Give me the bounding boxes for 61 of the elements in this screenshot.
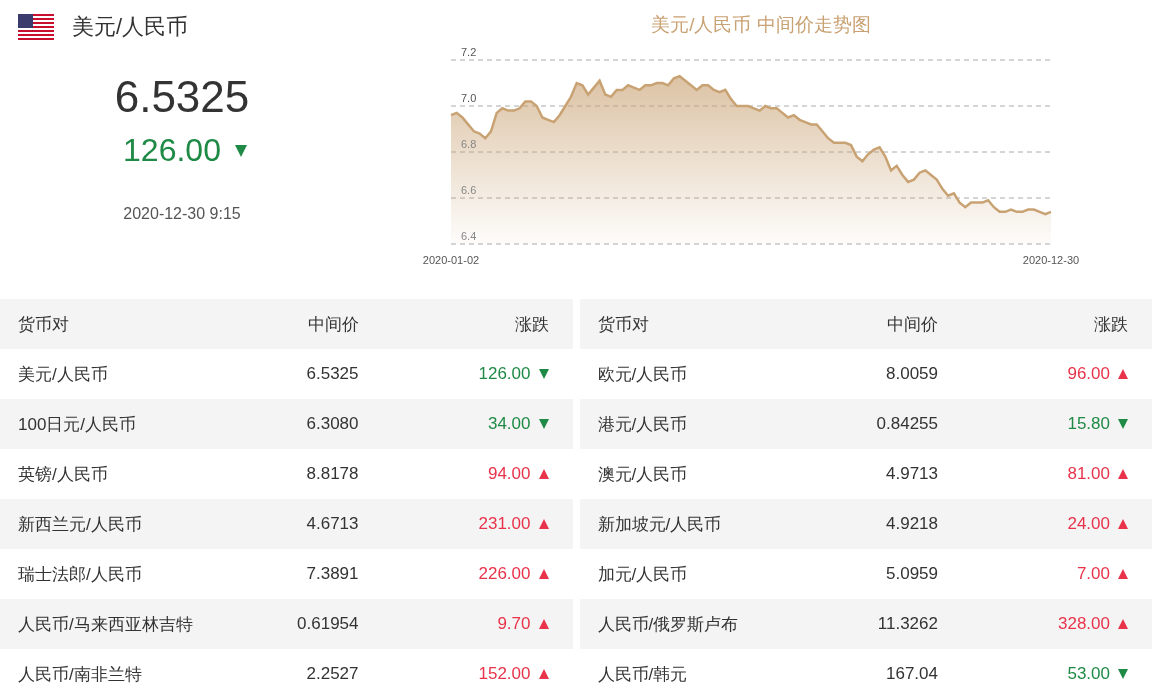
us-flag-icon bbox=[18, 14, 54, 40]
table-cell-text: 瑞士法郎/人民币 bbox=[18, 563, 143, 586]
table-cell-text: 11.3262 bbox=[876, 614, 938, 634]
change-value: 24.00 bbox=[1067, 514, 1110, 534]
timestamp: 2020-12-30 9:15 bbox=[122, 205, 242, 223]
pair-title: 美元/人民币 bbox=[72, 13, 189, 41]
y-tick-label: 7.2 bbox=[461, 46, 477, 58]
table-cell-text: 2.2527 bbox=[305, 664, 359, 684]
table-cell-text: 100日元/人民币 bbox=[18, 413, 138, 436]
table-cell-text: 英镑/人民币 bbox=[18, 463, 109, 486]
change-value: 34.00 bbox=[487, 414, 531, 434]
table-cell-text: 6.5325 bbox=[305, 364, 359, 384]
y-tick-label: 6.6 bbox=[461, 184, 477, 196]
y-tick-label: 6.4 bbox=[461, 230, 477, 242]
x-tick-label: 2020-12-30 bbox=[1022, 254, 1080, 266]
chart-title: 美元/人民币 中间价走势图 bbox=[651, 13, 871, 37]
column-header: 货币对 bbox=[18, 313, 70, 336]
table-cell-text: 8.8178 bbox=[305, 464, 359, 484]
column-header: 涨跌 bbox=[1093, 313, 1128, 336]
column-header: 涨跌 bbox=[513, 313, 549, 336]
table-cell-text: 5.0959 bbox=[885, 564, 938, 584]
rate-value: 6.5325 bbox=[113, 72, 251, 122]
change-value: 231.00 bbox=[478, 514, 531, 534]
table-cell-text: 欧元/人民币 bbox=[597, 363, 689, 386]
table-cell-text: 澳元/人民币 bbox=[597, 463, 689, 486]
change-value: 328.00 bbox=[1058, 614, 1110, 634]
change-value: 9.70 bbox=[497, 614, 531, 634]
change-value: 126.00 bbox=[123, 132, 221, 169]
y-tick-label: 7.0 bbox=[461, 92, 477, 104]
table-cell-text: 新加坡元/人民币 bbox=[597, 513, 723, 536]
table-cell-text: 4.6713 bbox=[305, 514, 359, 534]
change-value: 96.00 bbox=[1067, 364, 1110, 384]
table-cell-text: 人民币/俄罗斯卢布 bbox=[597, 613, 740, 636]
table-cell-text: 人民币/南非兰特 bbox=[18, 663, 143, 686]
change-value: 126.00 bbox=[478, 364, 531, 384]
change-value: 152.00 bbox=[478, 664, 531, 684]
column-header: 中间价 bbox=[306, 313, 359, 336]
table-cell-text: 6.3080 bbox=[305, 414, 359, 434]
table-cell-text: 7.3891 bbox=[305, 564, 359, 584]
change-value: 7.00 bbox=[1076, 564, 1110, 584]
change-value: 226.00 bbox=[478, 564, 531, 584]
table-cell-text: 加元/人民币 bbox=[597, 563, 689, 586]
table-cell-text: 8.0059 bbox=[885, 364, 938, 384]
y-tick-label: 6.8 bbox=[461, 138, 477, 150]
column-header: 中间价 bbox=[886, 313, 938, 336]
change-value: 94.00 bbox=[487, 464, 531, 484]
table-cell-text: 港元/人民币 bbox=[597, 413, 689, 436]
table-cell-text: 4.9713 bbox=[885, 464, 938, 484]
table-cell-text: 0.84255 bbox=[875, 414, 938, 434]
change-value: 53.00 bbox=[1067, 664, 1110, 684]
table-cell-text: 美元/人民币 bbox=[18, 363, 109, 386]
x-tick-label: 2020-01-02 bbox=[422, 254, 480, 266]
table-cell-text: 4.9218 bbox=[885, 514, 938, 534]
table-cell-text: 人民币/马来西亚林吉特 bbox=[18, 613, 194, 636]
table-cell-text: 新西兰元/人民币 bbox=[18, 513, 143, 536]
table-cell-text: 0.61954 bbox=[296, 614, 359, 634]
table-cell-text: 167.04 bbox=[885, 664, 938, 684]
change-value: 81.00 bbox=[1067, 464, 1110, 484]
table-cell-text: 人民币/韩元 bbox=[597, 663, 689, 686]
column-header: 货币对 bbox=[597, 313, 650, 336]
change-value: 15.80 bbox=[1067, 414, 1110, 434]
